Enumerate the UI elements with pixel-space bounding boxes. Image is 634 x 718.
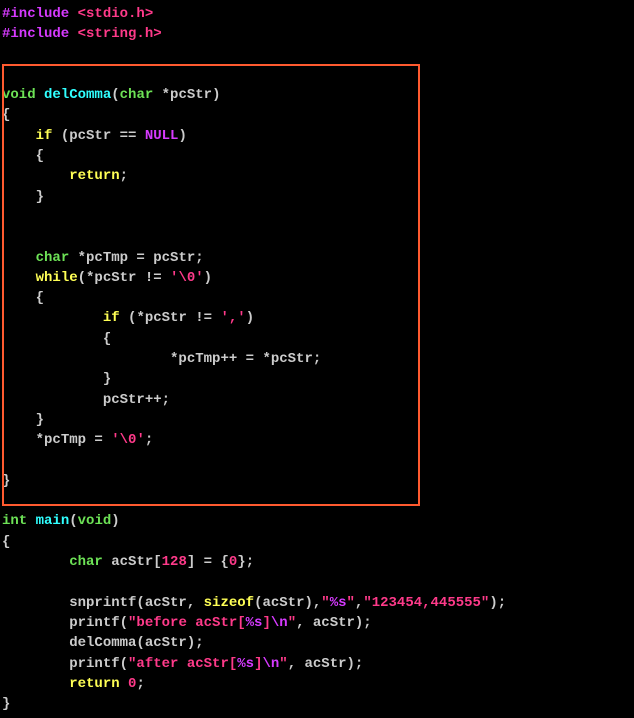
blank-line	[2, 65, 632, 85]
code-line: delComma(acStr);	[2, 633, 632, 653]
identifier: *pcTmp++ = *pcStr;	[170, 351, 321, 367]
semicolon: ;	[145, 432, 153, 448]
identifier: printf(	[69, 656, 128, 672]
func-name: delComma	[44, 87, 111, 103]
code-line: }	[2, 369, 632, 389]
identifier: , acStr);	[296, 615, 372, 631]
code-line: }	[2, 410, 632, 430]
identifier: *pcStr !=	[86, 270, 170, 286]
type-keyword: int	[2, 513, 27, 529]
num-literal: 0	[128, 676, 136, 692]
identifier: ] = {	[187, 554, 229, 570]
code-editor: #include <stdio.h> #include <string.h> v…	[0, 0, 634, 718]
semicolon: ;	[136, 676, 144, 692]
blank-line	[2, 491, 632, 511]
code-line: printf("after acStr[%s]\n", acStr);	[2, 654, 632, 674]
null-keyword: NULL	[145, 128, 179, 144]
identifier: };	[237, 554, 254, 570]
code-line: while(*pcStr != '\0')	[2, 268, 632, 288]
flow-keyword: sizeof	[204, 595, 254, 611]
code-line: if (pcStr == NULL)	[2, 126, 632, 146]
code-line: {	[2, 532, 632, 552]
code-line: }	[2, 694, 632, 714]
code-line: }	[2, 187, 632, 207]
code-line: }	[2, 471, 632, 491]
code-line: #include <string.h>	[2, 24, 632, 44]
identifier: snprintf(acStr,	[69, 595, 203, 611]
include-path: <string.h>	[78, 26, 162, 42]
code-line: return;	[2, 166, 632, 186]
identifier: (acStr),	[254, 595, 321, 611]
char-literal: '\0'	[111, 432, 145, 448]
type-keyword: char	[69, 554, 103, 570]
escape-seq: \n	[271, 615, 288, 631]
string-literal: "	[279, 656, 287, 672]
identifier: *pcTmp =	[36, 432, 112, 448]
flow-keyword: return	[69, 676, 119, 692]
code-line: #include <stdio.h>	[2, 4, 632, 24]
code-line: *pcTmp++ = *pcStr;	[2, 349, 632, 369]
code-line: char *pcTmp = pcStr;	[2, 248, 632, 268]
type-keyword: void	[78, 513, 112, 529]
type-keyword: char	[120, 87, 154, 103]
code-line: void delComma(char *pcStr)	[2, 85, 632, 105]
code-line: printf("before acStr[%s]\n", acStr);	[2, 613, 632, 633]
string-literal: "	[288, 615, 296, 631]
code-line: char acStr[128] = {0};	[2, 552, 632, 572]
string-literal: "123454,445555"	[363, 595, 489, 611]
flow-keyword: if	[36, 128, 53, 144]
num-literal: 128	[162, 554, 187, 570]
string-literal: "	[321, 595, 329, 611]
code-line: {	[2, 288, 632, 308]
string-literal: "	[347, 595, 355, 611]
code-line: pcStr++;	[2, 390, 632, 410]
paren: )	[246, 310, 254, 326]
flow-keyword: return	[69, 168, 119, 184]
string-literal: ]	[262, 615, 270, 631]
flow-keyword: while	[36, 270, 78, 286]
identifier: delComma(acStr);	[69, 635, 203, 651]
code-line: if (*pcStr != ',')	[2, 308, 632, 328]
blank-line	[2, 451, 632, 471]
type-keyword: void	[2, 87, 36, 103]
string-literal: "after acStr[	[128, 656, 237, 672]
char-literal: ','	[220, 310, 245, 326]
preproc-token: #include	[2, 6, 69, 22]
identifier: *pcStr	[162, 87, 212, 103]
code-line: {	[2, 105, 632, 125]
paren: (*pcStr !=	[120, 310, 221, 326]
format-spec: %s	[246, 615, 263, 631]
code-line: return 0;	[2, 674, 632, 694]
identifier: pcStr++;	[103, 392, 170, 408]
char-literal: '\0'	[170, 270, 204, 286]
code-line: {	[2, 329, 632, 349]
format-spec: %s	[237, 656, 254, 672]
identifier: *pcTmp = pcStr;	[78, 250, 204, 266]
blank-line	[2, 207, 632, 227]
identifier: acStr[	[111, 554, 161, 570]
flow-keyword: if	[103, 310, 120, 326]
blank-line	[2, 227, 632, 247]
include-path: <stdio.h>	[78, 6, 154, 22]
type-keyword: char	[36, 250, 70, 266]
code-line: *pcTmp = '\0';	[2, 430, 632, 450]
identifier: );	[489, 595, 506, 611]
string-literal: "before acStr[	[128, 615, 246, 631]
func-name: main	[36, 513, 70, 529]
code-line: snprintf(acStr, sizeof(acStr),"%s","1234…	[2, 593, 632, 613]
identifier: printf(	[69, 615, 128, 631]
format-spec: %s	[330, 595, 347, 611]
escape-seq: \n	[262, 656, 279, 672]
identifier: , acStr);	[288, 656, 364, 672]
preproc-token: #include	[2, 26, 69, 42]
code-line: {	[2, 146, 632, 166]
blank-line	[2, 45, 632, 65]
blank-line	[2, 572, 632, 592]
code-line: int main(void)	[2, 511, 632, 531]
